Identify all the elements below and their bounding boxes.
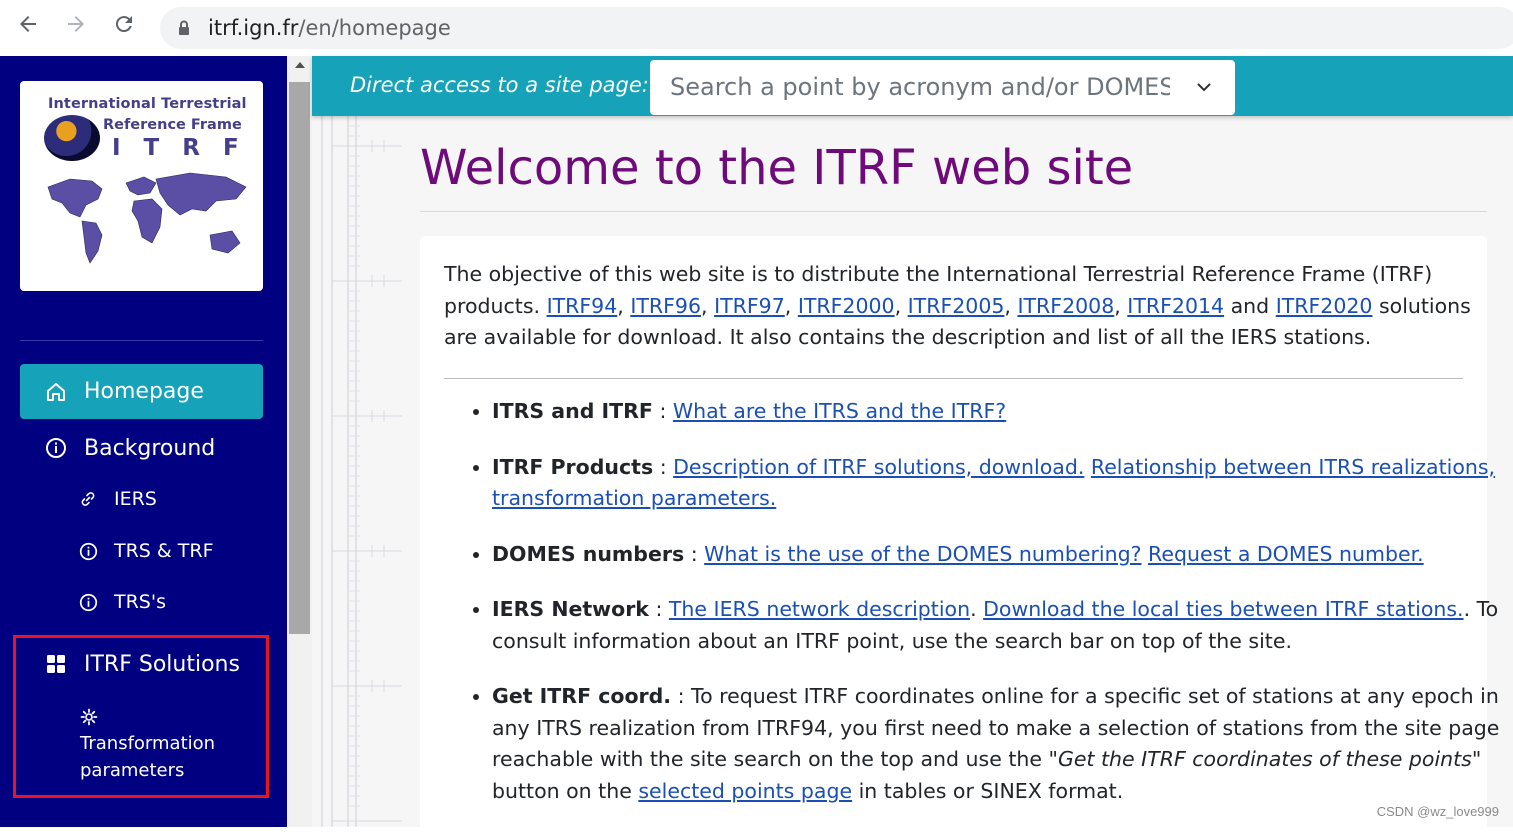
list-item-get-coord: Get ITRF coord. : To request ITRF coordi… xyxy=(492,681,1513,807)
list-item-iers-network: IERS Network : The IERS network descript… xyxy=(492,594,1513,657)
itrf-logo[interactable]: International Terrestrial Reference Fram… xyxy=(20,81,263,291)
browser-toolbar: itrf.ign.fr/en/homepage xyxy=(0,0,1513,56)
sidebar-item-background[interactable]: Background xyxy=(20,433,263,463)
list-item-products: ITRF Products : Description of ITRF solu… xyxy=(492,452,1513,515)
sidebar-item-trss[interactable]: TRS's xyxy=(78,591,166,613)
world-map-icon xyxy=(47,172,247,264)
info-icon xyxy=(78,592,98,612)
list-item-itrs: ITRS and ITRF : What are the ITRS and th… xyxy=(492,396,1513,428)
link-download-local-ties[interactable]: Download the local ties between ITRF sta… xyxy=(983,597,1463,621)
sidebar-item-label: TRS & TRF xyxy=(114,540,214,562)
site-search-bar: Direct access to a site page: xyxy=(312,56,1513,116)
scroll-up-arrow-icon[interactable] xyxy=(295,62,305,68)
link-itrf97[interactable]: ITRF97 xyxy=(714,294,785,318)
logo-line-1: International Terrestrial xyxy=(48,96,247,112)
intro-paragraph: The objective of this web site is to dis… xyxy=(444,262,1471,349)
sidebar-item-label: Homepage xyxy=(84,379,204,404)
sidebar-scrollbar[interactable] xyxy=(287,56,312,827)
sidebar-item-trs-trf[interactable]: TRS & TRF xyxy=(78,540,214,562)
home-icon xyxy=(44,380,68,404)
list-item-domes: DOMES numbers : What is the use of the D… xyxy=(492,539,1513,571)
decorative-grid-pattern xyxy=(321,116,402,827)
link-itrf94[interactable]: ITRF94 xyxy=(547,294,618,318)
logo-line-2: Reference Frame xyxy=(103,117,242,133)
lock-icon xyxy=(178,20,190,40)
logo-line-3: ITRF xyxy=(112,135,262,161)
url-text: itrf.ign.fr/en/homepage xyxy=(208,16,451,40)
site-search-select[interactable] xyxy=(650,60,1235,115)
link-itrf2005[interactable]: ITRF2005 xyxy=(908,294,1005,318)
card-divider xyxy=(444,378,1463,379)
link-domes-use[interactable]: What is the use of the DOMES numbering? xyxy=(704,542,1141,566)
link-iers-network-description[interactable]: The IERS network description xyxy=(669,597,970,621)
link-itrf-solutions-download[interactable]: Description of ITRF solutions, download. xyxy=(673,455,1084,479)
link-itrf2020[interactable]: ITRF2020 xyxy=(1276,294,1373,318)
info-icon xyxy=(44,436,68,460)
link-selected-points-page[interactable]: selected points page xyxy=(638,779,852,803)
forward-arrow-icon[interactable] xyxy=(60,12,92,44)
link-request-domes[interactable]: Request a DOMES number. xyxy=(1148,542,1424,566)
page-title: Welcome to the ITRF web site xyxy=(420,140,1134,196)
sidebar-divider xyxy=(20,340,263,341)
sidebar-item-homepage[interactable]: Homepage xyxy=(20,364,263,419)
address-bar[interactable]: itrf.ign.fr/en/homepage xyxy=(160,7,1513,49)
highlight-box xyxy=(13,635,269,798)
sidebar: International Terrestrial Reference Fram… xyxy=(0,56,287,827)
sidebar-item-label: TRS's xyxy=(114,591,166,613)
direct-access-label: Direct access to a site page: xyxy=(350,73,649,97)
info-icon xyxy=(78,541,98,561)
back-arrow-icon[interactable] xyxy=(12,12,44,44)
site-search-input[interactable] xyxy=(668,72,1172,102)
feature-list: ITRS and ITRF : What are the ITRS and th… xyxy=(444,396,1513,831)
link-itrf2000[interactable]: ITRF2000 xyxy=(798,294,895,318)
sidebar-item-iers[interactable]: IERS xyxy=(78,488,157,510)
sidebar-item-label: IERS xyxy=(114,488,157,510)
link-itrf96[interactable]: ITRF96 xyxy=(630,294,701,318)
link-what-are-itrs-itrf[interactable]: What are the ITRS and the ITRF? xyxy=(673,399,1006,423)
content-card: The objective of this web site is to dis… xyxy=(420,236,1499,836)
reload-icon[interactable] xyxy=(108,12,140,44)
link-itrf2008[interactable]: ITRF2008 xyxy=(1017,294,1114,318)
watermark: CSDN @wz_love999 xyxy=(1376,804,1499,819)
scrollbar-thumb[interactable] xyxy=(289,82,310,634)
sidebar-item-label: Background xyxy=(84,435,216,461)
title-divider xyxy=(420,211,1487,212)
globe-icon xyxy=(44,115,100,161)
link-icon xyxy=(78,489,98,509)
chevron-down-icon[interactable] xyxy=(1195,78,1213,100)
link-itrf2014[interactable]: ITRF2014 xyxy=(1127,294,1224,318)
